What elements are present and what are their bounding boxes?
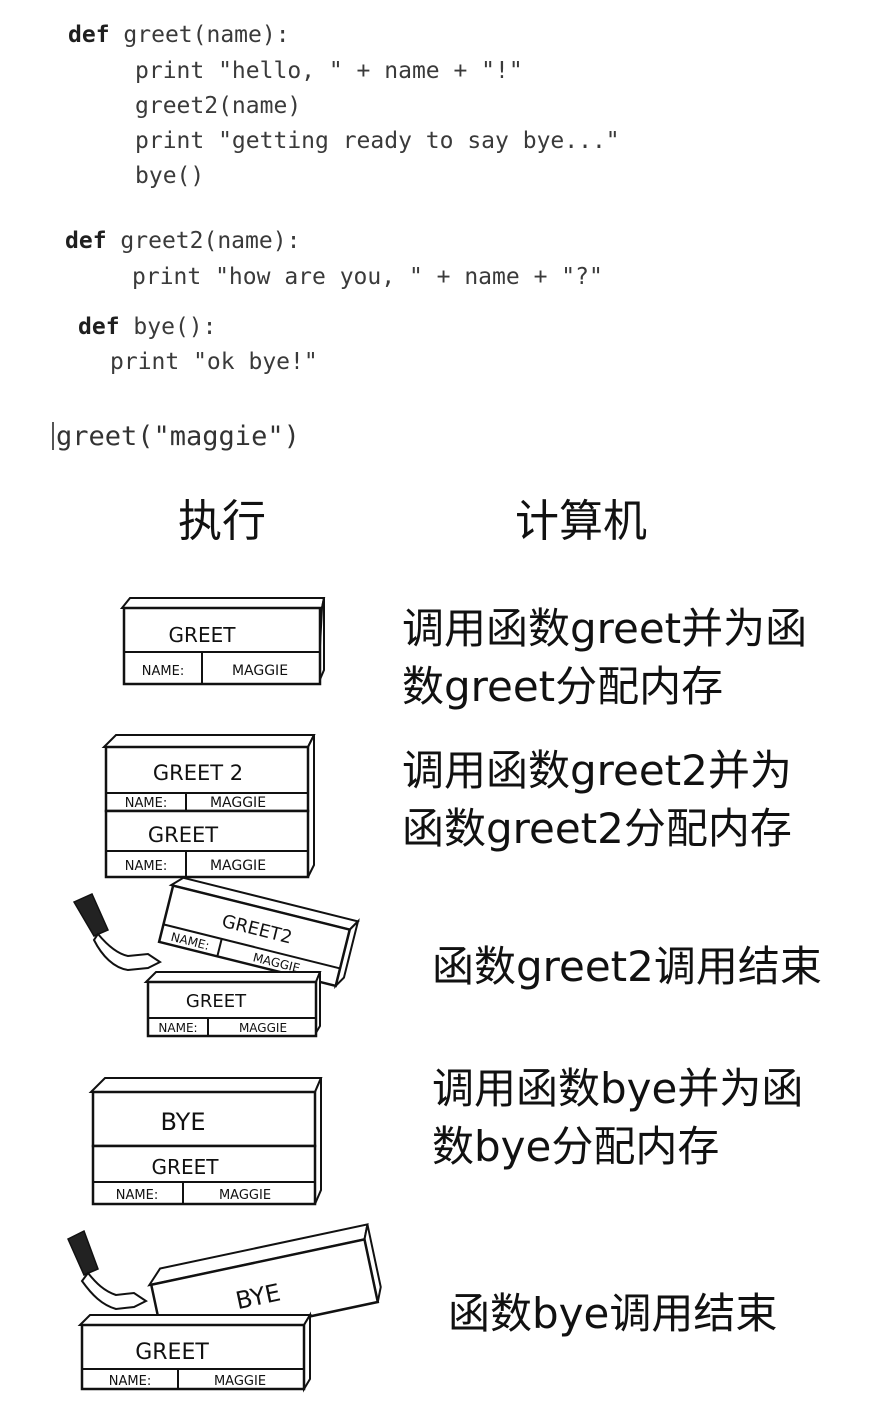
function-signature: bye(): [133, 314, 217, 340]
hand-icon [67, 1229, 148, 1311]
frame-title: GREET 2 [153, 761, 243, 785]
frame-var-label: NAME: [109, 1374, 151, 1389]
call-stack-drawing-5: BYE GREET NAME: MAGGIE [67, 1223, 382, 1393]
code-line: print "how are you, " + name + "?" [132, 264, 603, 290]
frame-var-label: NAME: [125, 859, 167, 874]
computer-header: 计算机 [515, 496, 647, 547]
code-line: bye() [135, 163, 205, 189]
stack-frame-greet: GREET NAME: MAGGIE [104, 809, 310, 879]
frame-var-value: MAGGIE [210, 858, 266, 874]
hand-icon [72, 893, 162, 972]
text-cursor [52, 422, 54, 450]
code-call: greet("maggie") [52, 422, 300, 450]
stack-frame-greet: GREET NAME: MAGGIE [119, 597, 326, 686]
frame-var-value: MAGGIE [239, 1021, 287, 1035]
def-keyword: def [65, 228, 107, 254]
code-line: greet2(name) [135, 93, 302, 119]
stack-frame-greet2: GREET2 NAME: MAGGIE [157, 876, 360, 990]
frame-var-value: MAGGIE [214, 1374, 266, 1389]
frame-var-value: MAGGIE [210, 795, 266, 811]
frame-title: GREET [169, 623, 237, 647]
step-description-1: 调用函数greet并为函 数greet分配内存 [402, 604, 808, 711]
call-text: greet("maggie") [56, 421, 300, 452]
code-greet2-def: def greet2(name): [65, 230, 300, 253]
function-signature: greet2(name): [120, 228, 301, 254]
call-stack-drawing-2: GREET 2 NAME: MAGGIE GREET NAME: MAGGIE [101, 734, 316, 879]
step-description-3: 函数greet2调用结束 [432, 942, 822, 991]
call-stack-drawing-3: GREET2 NAME: MAGGIE GREET NAME: MAGGIE [72, 876, 360, 1038]
frame-var-label: NAME: [158, 1021, 197, 1035]
frame-var-value: MAGGIE [219, 1188, 271, 1203]
step-description-5: 函数bye调用结束 [448, 1289, 778, 1338]
frame-var-value: MAGGIE [232, 663, 288, 679]
function-signature: greet(name): [123, 22, 290, 48]
stack-frame-greet: GREET NAME: MAGGIE [143, 971, 322, 1038]
def-keyword: def [78, 314, 120, 340]
execution-header: 执行 [178, 496, 266, 547]
code-greet-def: def greet(name): [68, 24, 290, 47]
frame-title: GREET [152, 1155, 220, 1179]
call-stack-drawing-4: BYE GREET NAME: MAGGIE [88, 1077, 323, 1206]
frame-title: GREET [135, 1340, 209, 1365]
code-bye-def: def bye(): [78, 316, 217, 339]
stack-frame-greet: GREET NAME: MAGGIE [77, 1311, 312, 1393]
step-description-2: 调用函数greet2并为 函数greet2分配内存 [402, 746, 792, 853]
code-line: print "hello, " + name + "!" [135, 58, 523, 84]
call-stack-drawing-1: GREET NAME: MAGGIE [119, 597, 326, 686]
frame-var-label: NAME: [142, 664, 184, 679]
frame-title: GREET [186, 991, 247, 1012]
step-description-4: 调用函数bye并为函 数bye分配内存 [432, 1064, 804, 1171]
def-keyword: def [68, 22, 110, 48]
code-line: print "getting ready to say bye..." [135, 128, 620, 154]
frame-var-label: NAME: [116, 1188, 158, 1203]
frame-title: GREET [148, 823, 218, 847]
code-line: print "ok bye!" [110, 349, 318, 375]
stack-frame-greet: GREET NAME: MAGGIE [91, 1144, 317, 1206]
frame-title: BYE [161, 1108, 206, 1136]
frame-var-label: NAME: [125, 796, 167, 811]
